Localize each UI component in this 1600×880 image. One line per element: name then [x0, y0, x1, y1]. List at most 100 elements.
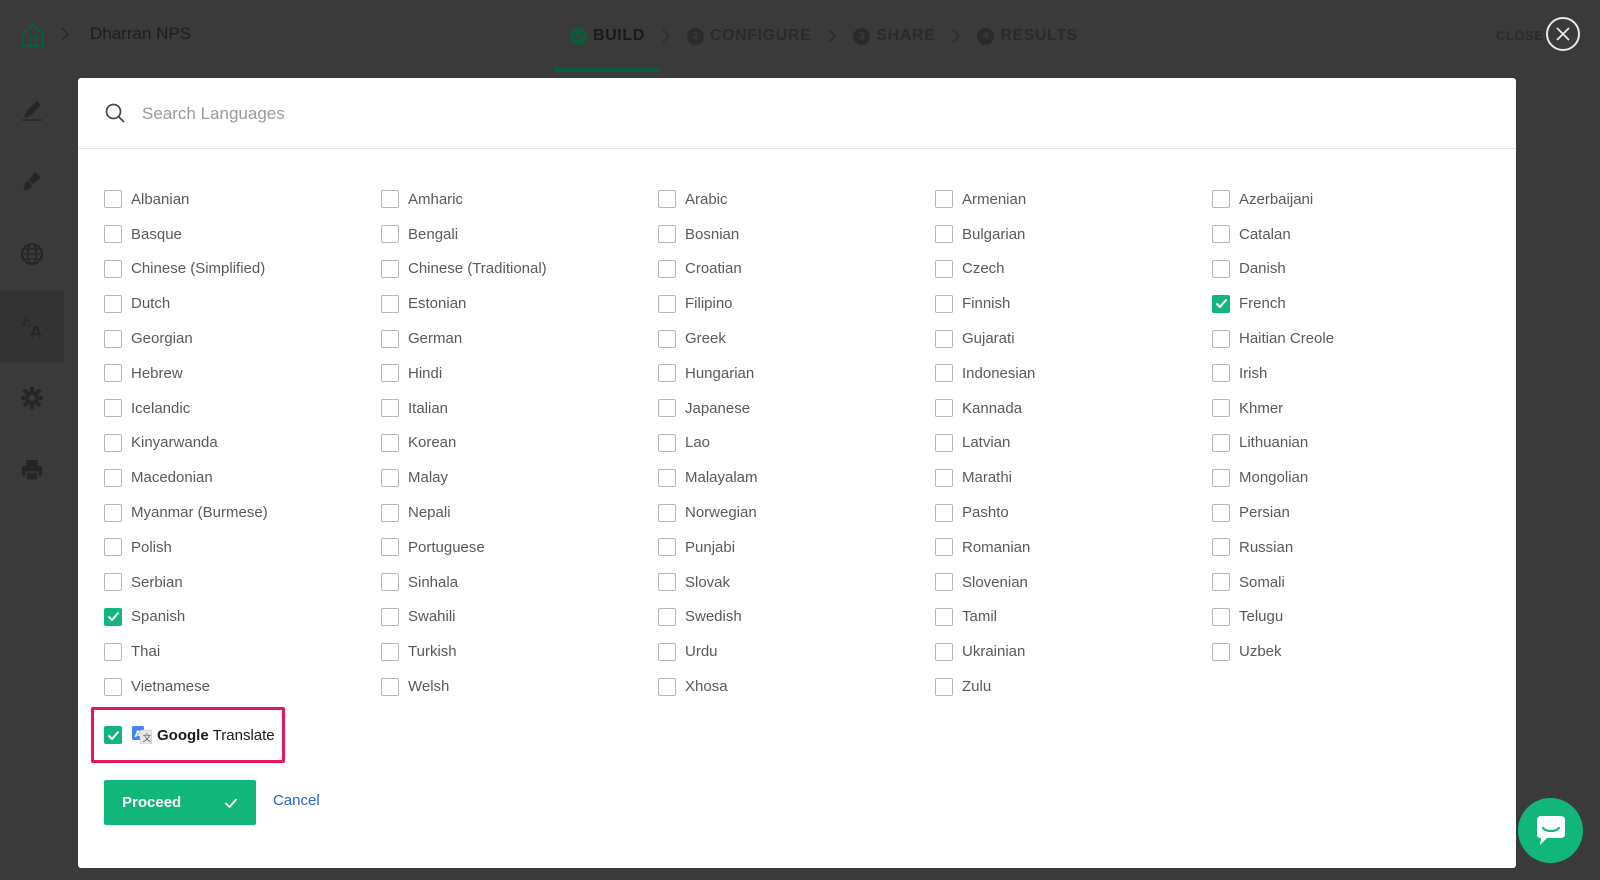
language-checkbox[interactable] — [1212, 364, 1230, 383]
language-checkbox[interactable] — [658, 433, 676, 452]
language-option[interactable]: Tamil — [935, 600, 1212, 635]
language-checkbox[interactable] — [381, 399, 399, 418]
language-checkbox[interactable] — [104, 190, 122, 209]
language-checkbox[interactable] — [104, 538, 122, 557]
language-checkbox[interactable] — [104, 259, 122, 278]
language-checkbox[interactable] — [104, 607, 122, 626]
sidebar-item-translate[interactable]: あ A — [0, 290, 64, 362]
step-share[interactable]: 3 SHARE — [853, 27, 935, 45]
language-checkbox[interactable] — [104, 329, 122, 348]
language-option[interactable]: Romanian — [935, 530, 1212, 565]
language-checkbox[interactable] — [935, 433, 953, 452]
language-checkbox[interactable] — [1212, 607, 1230, 626]
language-checkbox[interactable] — [935, 538, 953, 557]
language-option[interactable]: Pashto — [935, 495, 1212, 530]
language-checkbox[interactable] — [381, 642, 399, 661]
language-option[interactable]: Amharic — [381, 182, 658, 217]
step-configure[interactable]: 2 CONFIGURE — [686, 27, 811, 45]
language-option[interactable]: Albanian — [104, 182, 381, 217]
language-checkbox[interactable] — [658, 364, 676, 383]
search-languages-input[interactable] — [142, 96, 1482, 132]
language-option[interactable]: Bulgarian — [935, 217, 1212, 252]
language-option[interactable]: Kannada — [935, 391, 1212, 426]
language-option[interactable]: Norwegian — [658, 495, 935, 530]
language-option[interactable]: Basque — [104, 217, 381, 252]
language-option[interactable]: Portuguese — [381, 530, 658, 565]
language-checkbox[interactable] — [381, 259, 399, 278]
language-option[interactable]: Polish — [104, 530, 381, 565]
language-checkbox[interactable] — [935, 503, 953, 522]
language-checkbox[interactable] — [1212, 225, 1230, 244]
language-option[interactable]: Serbian — [104, 565, 381, 600]
language-checkbox[interactable] — [381, 433, 399, 452]
language-option[interactable]: Vietnamese — [104, 669, 381, 704]
language-checkbox[interactable] — [381, 329, 399, 348]
language-option[interactable]: Uzbek — [1212, 634, 1489, 669]
language-option[interactable]: Latvian — [935, 426, 1212, 461]
language-option[interactable]: Chinese (Simplified) — [104, 252, 381, 287]
language-option[interactable]: Bosnian — [658, 217, 935, 252]
language-option[interactable]: Estonian — [381, 286, 658, 321]
language-checkbox[interactable] — [935, 364, 953, 383]
language-option[interactable]: Czech — [935, 252, 1212, 287]
language-option[interactable]: Hungarian — [658, 356, 935, 391]
language-option[interactable]: Irish — [1212, 356, 1489, 391]
language-checkbox[interactable] — [935, 399, 953, 418]
language-option[interactable]: Greek — [658, 321, 935, 356]
language-option[interactable]: Mongolian — [1212, 460, 1489, 495]
language-checkbox[interactable] — [658, 677, 676, 696]
language-option[interactable]: Korean — [381, 426, 658, 461]
language-checkbox[interactable] — [1212, 503, 1230, 522]
language-checkbox[interactable] — [658, 642, 676, 661]
language-checkbox[interactable] — [104, 364, 122, 383]
close-button[interactable] — [1546, 17, 1580, 51]
language-checkbox[interactable] — [935, 190, 953, 209]
home-icon[interactable] — [20, 22, 46, 48]
language-checkbox[interactable] — [104, 677, 122, 696]
language-checkbox[interactable] — [658, 225, 676, 244]
language-checkbox[interactable] — [935, 607, 953, 626]
language-option[interactable]: Azerbaijani — [1212, 182, 1489, 217]
language-checkbox[interactable] — [658, 294, 676, 313]
proceed-button[interactable]: Proceed — [104, 780, 256, 825]
language-checkbox[interactable] — [381, 607, 399, 626]
language-option[interactable]: Macedonian — [104, 460, 381, 495]
language-checkbox[interactable] — [1212, 399, 1230, 418]
language-option[interactable]: Indonesian — [935, 356, 1212, 391]
language-checkbox[interactable] — [104, 433, 122, 452]
language-checkbox[interactable] — [381, 538, 399, 557]
language-checkbox[interactable] — [104, 225, 122, 244]
language-checkbox[interactable] — [1212, 190, 1230, 209]
language-option[interactable]: Persian — [1212, 495, 1489, 530]
language-checkbox[interactable] — [935, 677, 953, 696]
language-option[interactable]: Finnish — [935, 286, 1212, 321]
language-checkbox[interactable] — [381, 573, 399, 592]
sidebar-item-edit[interactable] — [0, 74, 64, 146]
language-option[interactable]: Thai — [104, 634, 381, 669]
language-option[interactable]: Georgian — [104, 321, 381, 356]
language-checkbox[interactable] — [658, 468, 676, 487]
language-checkbox[interactable] — [104, 503, 122, 522]
language-checkbox[interactable] — [381, 225, 399, 244]
language-checkbox[interactable] — [1212, 642, 1230, 661]
language-option[interactable]: Filipino — [658, 286, 935, 321]
language-option[interactable]: Swedish — [658, 600, 935, 635]
language-option[interactable]: Turkish — [381, 634, 658, 669]
language-option[interactable]: German — [381, 321, 658, 356]
sidebar-item-theme[interactable] — [0, 146, 64, 218]
language-checkbox[interactable] — [1212, 538, 1230, 557]
language-option[interactable]: Malay — [381, 460, 658, 495]
language-option[interactable]: Arabic — [658, 182, 935, 217]
language-option[interactable]: Catalan — [1212, 217, 1489, 252]
language-option[interactable]: Lao — [658, 426, 935, 461]
language-checkbox[interactable] — [658, 503, 676, 522]
language-option[interactable]: Japanese — [658, 391, 935, 426]
language-checkbox[interactable] — [104, 399, 122, 418]
language-option[interactable]: Chinese (Traditional) — [381, 252, 658, 287]
language-option[interactable]: Hebrew — [104, 356, 381, 391]
language-option[interactable]: Sinhala — [381, 565, 658, 600]
close-label[interactable]: CLOSE — [1496, 28, 1543, 43]
language-option[interactable]: Myanmar (Burmese) — [104, 495, 381, 530]
sidebar-item-web[interactable] — [0, 218, 64, 290]
step-results[interactable]: 4 RESULTS — [977, 27, 1078, 45]
